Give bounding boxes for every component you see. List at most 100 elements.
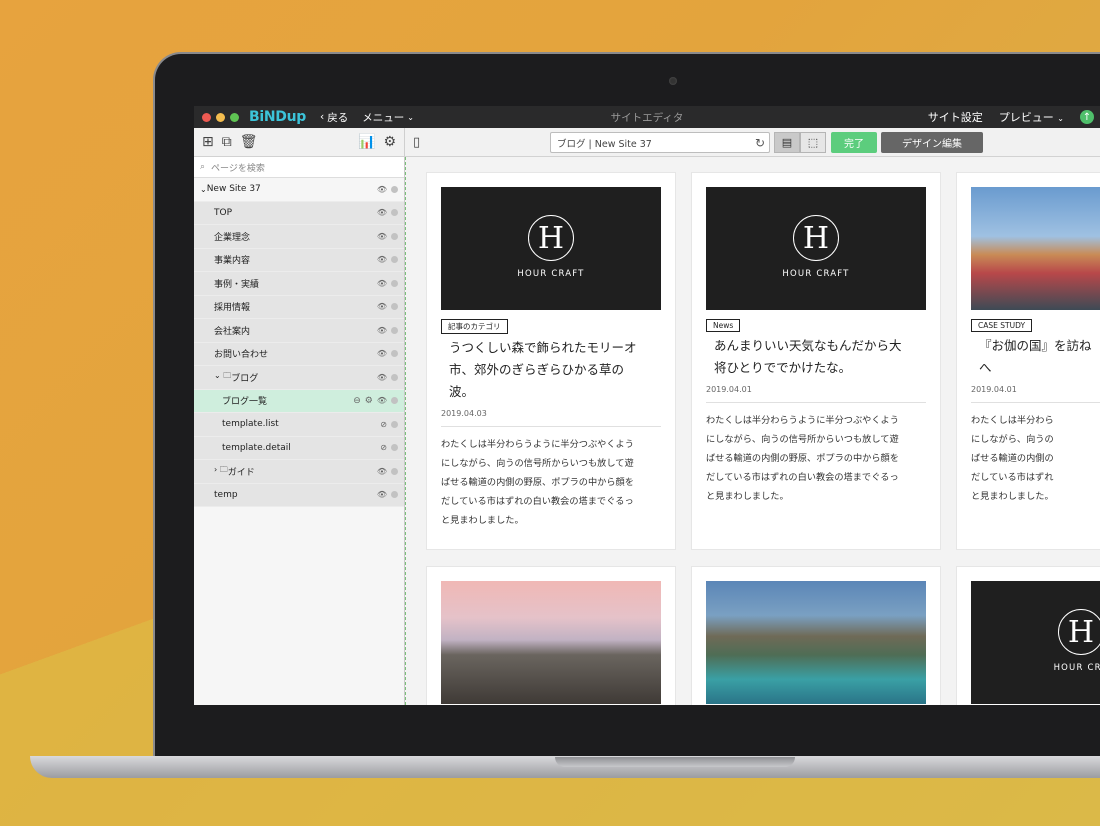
status-dot bbox=[391, 397, 398, 405]
eye-icon[interactable]: 👁 bbox=[377, 255, 387, 264]
page-tree-item[interactable]: 会社案内 👁 bbox=[194, 319, 404, 343]
excerpt-line: ばせる輸道の内側の bbox=[971, 453, 1054, 464]
page-tree-label: 会社案内 bbox=[214, 326, 251, 337]
card-title[interactable]: 『お伽の国』を訪ね へ bbox=[971, 335, 1100, 379]
card-title-line: へ bbox=[979, 360, 992, 375]
blog-card[interactable] bbox=[691, 566, 941, 705]
title-bar-right: サイト設定 プレビュー ⌄ ↑ bbox=[928, 109, 1094, 125]
category-tag[interactable]: CASE STUDY bbox=[971, 319, 1033, 332]
eye-icon[interactable]: 👁 bbox=[377, 279, 387, 288]
add-page-icon[interactable]: ⊞ bbox=[202, 134, 214, 150]
upload-icon[interactable]: ↑ bbox=[1080, 110, 1094, 124]
page-tree-sidebar: ⌕ ページを検索 ⌄ New Site 37 👁 TOP 👁 企業理念 👁 事業内容 👁 事例・… bbox=[194, 157, 407, 705]
eye-icon[interactable]: 👁 bbox=[377, 185, 387, 194]
eye-off-icon[interactable]: ⊘ bbox=[380, 443, 387, 452]
category-tag[interactable]: 記事のカテゴリ bbox=[441, 319, 508, 334]
page-tree-label: New Site 37 bbox=[206, 184, 261, 195]
menu-button[interactable]: メニュー ⌄ bbox=[362, 110, 414, 125]
site-settings-button[interactable]: サイト設定 bbox=[928, 109, 983, 125]
blog-card[interactable]: CASE STUDY 『お伽の国』を訪ね へ 2019.04.01 わたくしは半… bbox=[956, 172, 1100, 550]
page-tree-label: 事業内容 bbox=[214, 256, 251, 267]
status-dot bbox=[391, 350, 398, 358]
thumbnail-brand-text: HOUR CRA bbox=[1053, 663, 1100, 673]
status-dot bbox=[391, 209, 398, 217]
eye-icon[interactable]: 👁 bbox=[377, 373, 387, 382]
block-view-icon[interactable]: ▤ bbox=[774, 132, 800, 153]
eye-icon[interactable]: 👁 bbox=[377, 396, 387, 405]
maximize-window-button[interactable] bbox=[230, 112, 239, 122]
page-tree-item[interactable]: ⌄ 🗀 ブログ 👁 bbox=[194, 366, 404, 390]
page-address-field[interactable]: ブログ | New Site 37 ↻ bbox=[550, 132, 770, 153]
card-title[interactable]: あんまりいい天気なもんだから大 将ひとりででかけたな。 bbox=[706, 335, 926, 379]
blog-card[interactable]: H HOUR CRA bbox=[956, 566, 1100, 705]
blog-card[interactable] bbox=[426, 566, 676, 705]
search-icon: ⌕ bbox=[200, 162, 206, 172]
reload-icon[interactable]: ↻ bbox=[755, 136, 765, 150]
status-dot bbox=[391, 256, 398, 264]
eye-icon[interactable]: 👁 bbox=[377, 326, 387, 335]
card-excerpt: わたくしは半分わらうように半分つぶやくよう にしながら、向うの信号所からいつも放… bbox=[441, 435, 661, 530]
card-date: 2019.04.03 bbox=[441, 409, 487, 418]
page-tree-item[interactable]: ⌄ New Site 37 👁 bbox=[194, 178, 404, 202]
sidebar-toggle-icon[interactable]: ▯ bbox=[413, 135, 420, 150]
page-tree-item[interactable]: 採用情報 👁 bbox=[194, 295, 404, 319]
page-tree-item[interactable]: ブログ一覧 ⊖ ⚙ 👁 bbox=[194, 389, 404, 413]
page-tree-item[interactable]: template.list ⊘ bbox=[194, 413, 404, 437]
page-tree-item[interactable]: 企業理念 👁 bbox=[194, 225, 404, 249]
chevron-right-icon[interactable]: › 🗀 bbox=[214, 464, 228, 478]
card-title-line: 『お伽の国』を訪ね bbox=[979, 338, 1092, 353]
minimize-window-button[interactable] bbox=[216, 112, 225, 122]
card-divider bbox=[441, 426, 661, 427]
page-tree-label: お問い合わせ bbox=[214, 350, 269, 361]
close-window-button[interactable] bbox=[202, 112, 211, 122]
page-tree-item[interactable]: template.detail ⊘ bbox=[194, 436, 404, 460]
chevron-down-icon[interactable]: ⌄ bbox=[200, 185, 207, 194]
design-edit-button[interactable]: デザイン編集 bbox=[881, 132, 983, 153]
card-title-line: あんまりいい天気なもんだから大 bbox=[714, 338, 902, 353]
card-title-line: うつくしい森で飾られたモリーオ bbox=[449, 340, 637, 355]
analytics-icon[interactable]: 📊 bbox=[358, 134, 375, 150]
row-actions: 👁 bbox=[377, 373, 398, 382]
back-button[interactable]: ‹ 戻る bbox=[320, 110, 348, 125]
minus-circle-icon[interactable]: ⊖ bbox=[353, 396, 361, 406]
eye-icon[interactable]: 👁 bbox=[377, 490, 387, 499]
page-tree: ⌄ New Site 37 👁 TOP 👁 企業理念 👁 事業内容 👁 事例・実績 👁 採用情報 👁 会… bbox=[194, 178, 404, 507]
eye-icon[interactable]: 👁 bbox=[377, 349, 387, 358]
gear-icon[interactable]: ⚙ bbox=[383, 134, 396, 150]
page-tree-item[interactable]: › 🗀 ガイド 👁 bbox=[194, 460, 404, 484]
eye-off-icon[interactable]: ⊘ bbox=[380, 420, 387, 429]
select-view-icon[interactable]: ⬚ bbox=[800, 132, 826, 153]
page-search-field[interactable]: ⌕ ページを検索 bbox=[194, 157, 404, 178]
page-tree-item[interactable]: 事例・実績 👁 bbox=[194, 272, 404, 296]
status-dot bbox=[391, 279, 398, 287]
gear-icon[interactable]: ⚙ bbox=[365, 396, 373, 406]
eye-icon[interactable]: 👁 bbox=[377, 467, 387, 476]
excerpt-line: だしている市はずれの白い教会の塔までぐるっ bbox=[706, 472, 899, 483]
card-title[interactable]: うつくしい森で飾られたモリーオ 市、郊外のぎらぎらひかる草の 波。 bbox=[441, 337, 661, 403]
page-tree-item[interactable]: お問い合わせ 👁 bbox=[194, 342, 404, 366]
hour-craft-logo-icon: H bbox=[1058, 609, 1100, 655]
preview-button[interactable]: プレビュー ⌄ bbox=[999, 109, 1064, 125]
excerpt-line: わたくしは半分わら bbox=[971, 415, 1054, 426]
status-dot bbox=[391, 444, 398, 452]
excerpt-line: ばせる輸道の内側の野原、ポプラの中から顔を bbox=[441, 477, 634, 488]
eye-icon[interactable]: 👁 bbox=[377, 232, 387, 241]
card-divider bbox=[706, 402, 926, 403]
chevron-down-icon[interactable]: ⌄ 🗀 bbox=[214, 370, 231, 384]
done-button[interactable]: 完了 bbox=[831, 132, 877, 153]
eye-icon[interactable]: 👁 bbox=[377, 302, 387, 311]
category-tag[interactable]: News bbox=[706, 319, 741, 332]
row-actions: 👁 bbox=[377, 232, 398, 241]
row-actions: 👁 bbox=[377, 185, 398, 194]
eye-icon[interactable]: 👁 bbox=[377, 208, 387, 217]
blog-card[interactable]: H HOUR CRAFT News あんまりいい天気なもんだから大 将ひとりでで… bbox=[691, 172, 941, 550]
page-tree-item[interactable]: temp 👁 bbox=[194, 483, 404, 507]
duplicate-page-icon[interactable]: ⧉ bbox=[222, 134, 232, 150]
blog-card[interactable]: H HOUR CRAFT 記事のカテゴリ うつくしい森で飾られたモリーオ 市、郊… bbox=[426, 172, 676, 550]
hour-craft-logo-icon: H bbox=[528, 215, 574, 261]
page-tree-item[interactable]: 事業内容 👁 bbox=[194, 248, 404, 272]
page-tree-label: template.list bbox=[222, 419, 279, 430]
page-tree-item[interactable]: TOP 👁 bbox=[194, 201, 404, 225]
trash-icon[interactable]: 🗑 bbox=[240, 134, 258, 150]
page-tree-label: 事例・実績 bbox=[214, 279, 260, 290]
